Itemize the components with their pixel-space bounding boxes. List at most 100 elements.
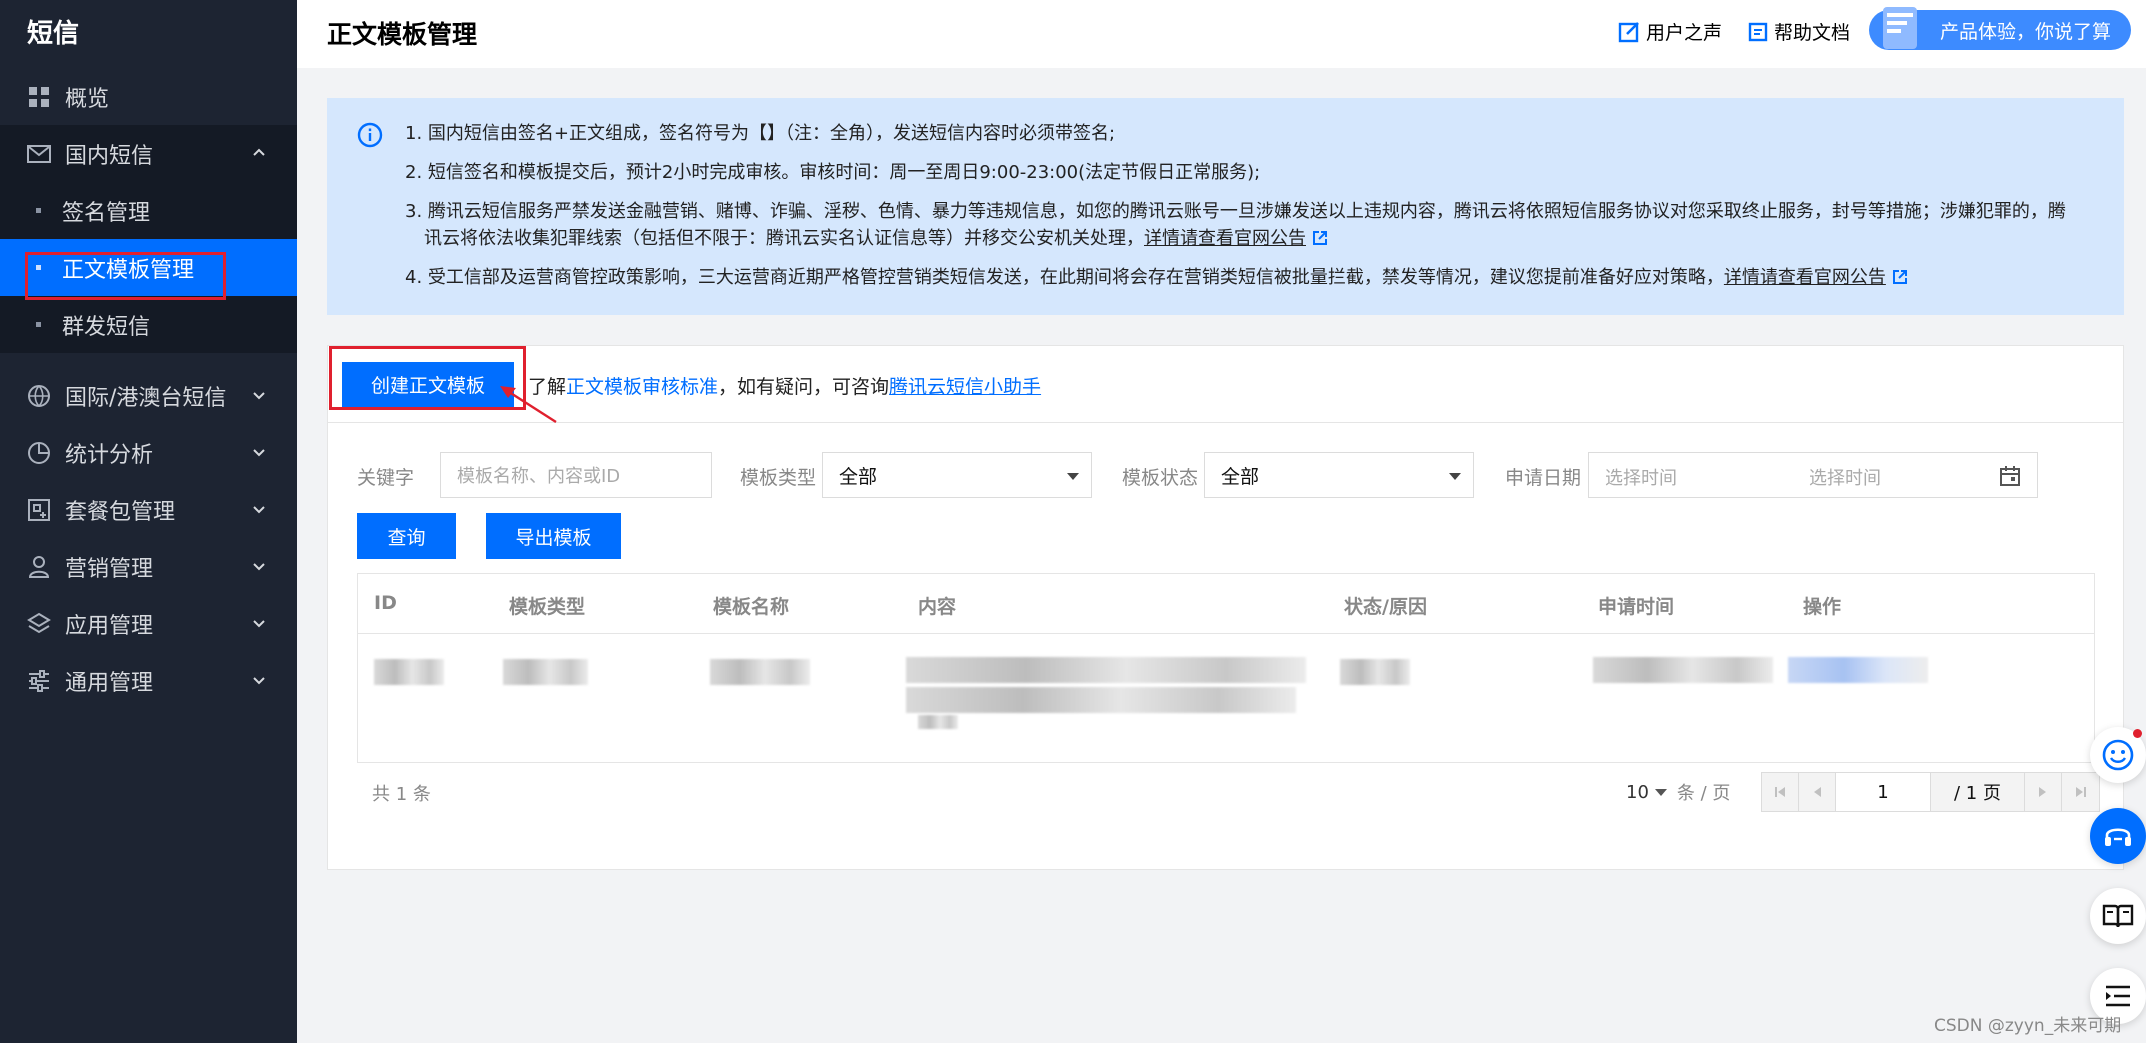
redacted-cell xyxy=(1340,659,1410,685)
notice-item: 4. 受工信部及运营商管控政策影响，三大运营商近期严格管控营销类短信发送，在此期… xyxy=(405,264,2105,291)
total-count: 共 1 条 xyxy=(372,784,431,805)
date-start[interactable]: 选择时间 xyxy=(1605,464,1677,490)
notice-link[interactable]: 详情请查看官网公告 xyxy=(1144,228,1306,249)
external-link-icon xyxy=(1892,270,1907,284)
sidebar-item-package[interactable]: 套餐包管理 xyxy=(0,481,297,538)
package-icon xyxy=(27,498,51,522)
bullet-icon xyxy=(36,322,41,327)
docs-link[interactable]: 帮助文档 xyxy=(1748,18,1850,45)
page-number-input[interactable]: 1 xyxy=(1836,773,1931,811)
template-type-select[interactable]: 全部 xyxy=(822,452,1092,498)
sidebar-item-label: 国际/港澳台短信 xyxy=(65,385,227,411)
prev-page-button[interactable] xyxy=(1799,773,1836,811)
sidebar-item-apps[interactable]: 应用管理 xyxy=(0,595,297,652)
caret-down-icon xyxy=(1654,788,1667,796)
redacted-action[interactable] xyxy=(1788,657,1928,683)
template-table: ID 模板类型 模板名称 内容 状态/原因 申请时间 操作 xyxy=(357,573,2095,763)
sidebar-item-overview[interactable]: 概览 xyxy=(0,68,297,125)
redacted-cell xyxy=(906,687,1296,713)
last-page-button[interactable] xyxy=(2062,773,2099,811)
query-button[interactable]: 查询 xyxy=(357,513,456,559)
pie-chart-icon xyxy=(27,441,51,465)
survey-icon xyxy=(1883,7,1917,49)
sidebar-item-label: 通用管理 xyxy=(65,670,154,696)
first-page-icon xyxy=(1775,787,1785,797)
docs-label: 帮助文档 xyxy=(1774,22,1851,44)
sidebar-item-template[interactable]: 正文模板管理 xyxy=(0,239,297,296)
first-page-button[interactable] xyxy=(1762,773,1799,811)
column-header: 模板名称 xyxy=(713,596,790,618)
notification-dot xyxy=(2133,729,2142,738)
caret-down-icon xyxy=(1067,473,1079,480)
pagination: 1 / 1 页 xyxy=(1761,772,2100,812)
watermark: CSDN @zyyn_未来可期 xyxy=(1934,1016,2122,1036)
table-header: ID 模板类型 模板名称 内容 状态/原因 申请时间 操作 xyxy=(358,574,2094,634)
chevron-down-icon xyxy=(253,563,265,571)
promo-label: 产品体验，你说了算 xyxy=(1939,20,2111,43)
template-status-label: 模板状态 xyxy=(1122,467,1199,489)
notice-text: 讯云将依法收集犯罪线索（包括但不限于：腾讯云实名认证信息等）并移交公安机关处理， xyxy=(424,228,1144,249)
user-icon xyxy=(27,555,51,579)
page-size-value: 10 xyxy=(1626,781,1649,803)
template-type-label: 模板类型 xyxy=(740,467,817,489)
export-button[interactable]: 导出模板 xyxy=(486,513,621,559)
column-header: 申请时间 xyxy=(1598,596,1675,618)
sidebar-item-label: 套餐包管理 xyxy=(65,499,176,525)
customer-service-button[interactable] xyxy=(2090,808,2146,864)
column-header: 内容 xyxy=(918,596,957,618)
sidebar-item-bulk-sms[interactable]: 群发短信 xyxy=(0,296,297,353)
edit-icon xyxy=(1618,21,1639,42)
notice-box: 1. 国内短信由签名+正文组成，签名符号为【】（注：全角），发送短信内容时必须带… xyxy=(327,98,2124,315)
sidebar-item-label: 统计分析 xyxy=(65,442,154,468)
mail-icon xyxy=(27,142,51,166)
column-header: 操作 xyxy=(1803,596,1842,618)
total-pages: / 1 页 xyxy=(1931,773,2025,811)
column-header: 模板类型 xyxy=(509,596,586,618)
template-status-select[interactable]: 全部 xyxy=(1204,452,1474,498)
keyword-input[interactable]: 模板名称、内容或ID xyxy=(440,452,712,498)
docs-float-button[interactable] xyxy=(2090,888,2146,944)
select-value: 全部 xyxy=(1221,465,1260,488)
assistant-link[interactable]: 腾讯云短信小助手 xyxy=(889,376,1041,398)
topbar: 正文模板管理 用户之声 帮助文档 产品体验，你说了算 xyxy=(297,0,2146,68)
sidebar-item-international[interactable]: 国际/港澳台短信 xyxy=(0,367,297,424)
create-template-button[interactable]: 创建正文模板 xyxy=(342,362,514,407)
sidebar-group-domestic: 国内短信 签名管理 正文模板管理 群发短信 xyxy=(0,125,297,353)
bullet-icon xyxy=(36,208,41,213)
assistant-bot-button[interactable] xyxy=(2090,727,2146,783)
chevron-down-icon xyxy=(253,620,265,628)
feedback-label: 用户之声 xyxy=(1646,22,1723,44)
promo-banner[interactable]: 产品体验，你说了算 xyxy=(1869,7,2131,50)
notice-text: 4. 受工信部及运营商管控政策影响，三大运营商近期严格管控营销类短信发送，在此期… xyxy=(405,267,1724,288)
page-title: 正文模板管理 xyxy=(327,20,478,49)
sidebar-item-signature[interactable]: 签名管理 xyxy=(0,182,297,239)
layers-icon xyxy=(27,612,51,636)
notice-link[interactable]: 详情请查看官网公告 xyxy=(1724,267,1886,288)
redacted-cell xyxy=(503,659,588,685)
smiley-icon xyxy=(2102,739,2134,771)
review-standard-link[interactable]: 正文模板审核标准 xyxy=(566,376,718,398)
chevron-down-icon xyxy=(253,506,265,514)
calendar-icon[interactable] xyxy=(1999,465,2021,487)
sidebar-item-statistics[interactable]: 统计分析 xyxy=(0,424,297,481)
sidebar-item-general[interactable]: 通用管理 xyxy=(0,652,297,709)
sidebar-item-label: 正文模板管理 xyxy=(62,257,195,283)
feedback-link[interactable]: 用户之声 xyxy=(1618,18,1722,45)
next-page-button[interactable] xyxy=(2025,773,2062,811)
card-toolbar: 创建正文模板 了解正文模板审核标准，如有疑问，可咨询腾讯云短信小助手 xyxy=(328,346,2123,424)
sidebar-item-marketing[interactable]: 营销管理 xyxy=(0,538,297,595)
page-size-select[interactable]: 10 条 / 页 xyxy=(1626,779,1730,805)
notice-item: 1. 国内短信由签名+正文组成，签名符号为【】（注：全角），发送短信内容时必须带… xyxy=(405,123,1116,144)
document-icon xyxy=(1748,22,1768,41)
redacted-cell xyxy=(918,715,958,729)
sidebar-item-label: 国内短信 xyxy=(65,143,154,169)
sidebar: 短信 概览 国内短信 签名管理 正文模板管理 群发短信 国际/港澳台短信 统计分… xyxy=(0,0,297,1043)
toolbar-hint: 了解正文模板审核标准，如有疑问，可咨询腾讯云短信小助手 xyxy=(528,372,1041,399)
list-indent-icon xyxy=(2106,985,2130,1007)
sidebar-item-domestic-sms[interactable]: 国内短信 xyxy=(0,125,297,182)
notice-item: 2. 短信签名和模板提交后，预计2小时完成审核。审核时间：周一至周日9:00-2… xyxy=(405,162,1261,183)
date-range-picker[interactable]: 选择时间 选择时间 xyxy=(1588,452,2038,498)
date-end[interactable]: 选择时间 xyxy=(1809,464,1881,490)
chevron-down-icon xyxy=(253,392,265,400)
apply-date-label: 申请日期 xyxy=(1505,467,1582,489)
